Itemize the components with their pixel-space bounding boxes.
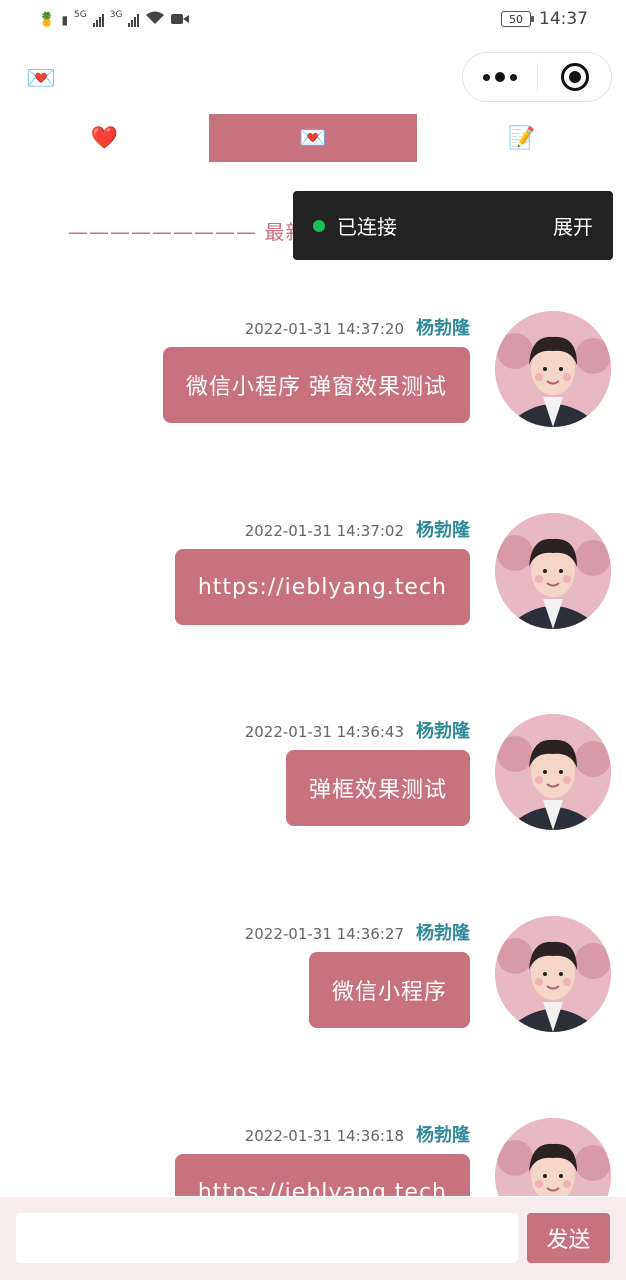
signal-3g-label: 3G <box>109 10 123 20</box>
signal-5g-label: 5G <box>74 10 87 20</box>
signal-bars-icon <box>128 13 140 27</box>
app-notification-icon: 🍍 <box>38 12 56 28</box>
tab-bar: ❤️ 💌 📝 <box>0 114 626 162</box>
sim-icon: ▮ <box>61 13 69 27</box>
video-camera-icon <box>171 13 190 28</box>
connection-toast: 已连接 展开 <box>293 191 613 260</box>
status-bar: 🍍 ▮ 5G 3G 50 14:37 <box>0 0 626 40</box>
avatar[interactable] <box>495 513 611 629</box>
signal-bars-icon <box>92 13 104 27</box>
wifi-icon <box>145 10 165 30</box>
target-icon <box>560 63 589 91</box>
tab-messages[interactable]: 💌 <box>208 114 418 162</box>
message-meta: 2022-01-31 14:36:43 杨勃隆 <box>245 717 470 743</box>
message-time: 2022-01-31 14:37:02 <box>244 522 404 540</box>
message-meta: 2022-01-31 14:37:02 杨勃隆 <box>245 516 470 542</box>
sender-name: 杨勃隆 <box>416 1125 470 1146</box>
sender-name: 杨勃隆 <box>416 318 470 339</box>
avatar[interactable] <box>495 714 611 830</box>
message-input[interactable] <box>16 1213 518 1263</box>
send-button[interactable]: 发送 <box>527 1213 610 1263</box>
sender-name: 杨勃隆 <box>416 923 470 944</box>
battery-icon: 50 <box>501 11 534 27</box>
message-meta: 2022-01-31 14:36:18 杨勃隆 <box>245 1121 470 1147</box>
close-program-button[interactable] <box>538 53 611 101</box>
message-item: 2022-01-31 14:36:43 杨勃隆 弹框效果测试 <box>0 699 626 839</box>
mini-program-capsule <box>462 52 612 102</box>
message-meta: 2022-01-31 14:36:27 杨勃隆 <box>245 919 470 945</box>
message-time: 2022-01-31 14:36:43 <box>244 723 404 741</box>
message-bubble[interactable]: 微信小程序 弹窗效果测试 <box>163 347 470 423</box>
message-bubble[interactable]: https://ieblyang.tech <box>174 1154 470 1196</box>
more-options-button[interactable] <box>463 53 537 101</box>
message-item: 2022-01-31 14:37:02 杨勃隆 https://ieblyang… <box>0 498 626 638</box>
message-bubble[interactable]: 微信小程序 <box>308 952 470 1028</box>
avatar[interactable] <box>495 311 611 427</box>
top-nav: 💌 <box>0 50 626 106</box>
expand-button[interactable]: 展开 <box>553 211 593 240</box>
envelope-heart-icon: 💌 <box>26 64 56 92</box>
tab-heart[interactable]: ❤️ <box>0 114 209 162</box>
heart-icon: ❤️ <box>90 125 119 151</box>
message-bubble[interactable]: https://ieblyang.tech <box>174 549 470 625</box>
sender-name: 杨勃隆 <box>416 520 470 541</box>
status-time: 14:37 <box>539 9 588 29</box>
connection-status: 已连接 <box>337 215 397 239</box>
message-item: 2022-01-31 14:36:18 杨勃隆 https://ieblyang… <box>0 1103 626 1196</box>
message-time: 2022-01-31 14:36:18 <box>244 1127 404 1145</box>
message-time: 2022-01-31 14:37:20 <box>244 320 404 338</box>
love-letter-icon: 💌 <box>299 125 327 151</box>
avatar[interactable] <box>495 1118 611 1196</box>
message-time: 2022-01-31 14:36:27 <box>244 925 404 943</box>
connected-status-dot <box>313 219 325 232</box>
input-bar: 发送 <box>0 1197 626 1280</box>
message-list[interactable]: 2022-01-31 14:37:20 杨勃隆 微信小程序 弹窗效果测试 202… <box>0 296 626 1196</box>
status-left: 🍍 ▮ 5G 3G <box>38 10 190 30</box>
status-right: 50 14:37 <box>501 9 588 29</box>
avatar[interactable] <box>495 916 611 1032</box>
message-item: 2022-01-31 14:37:20 杨勃隆 微信小程序 弹窗效果测试 <box>0 296 626 436</box>
message-item: 2022-01-31 14:36:27 杨勃隆 微信小程序 <box>0 901 626 1041</box>
memo-icon: 📝 <box>507 125 536 151</box>
sender-name: 杨勃隆 <box>416 721 470 742</box>
message-bubble[interactable]: 弹框效果测试 <box>285 750 470 826</box>
tab-memo[interactable]: 📝 <box>417 114 626 162</box>
message-meta: 2022-01-31 14:37:20 杨勃隆 <box>245 314 470 340</box>
